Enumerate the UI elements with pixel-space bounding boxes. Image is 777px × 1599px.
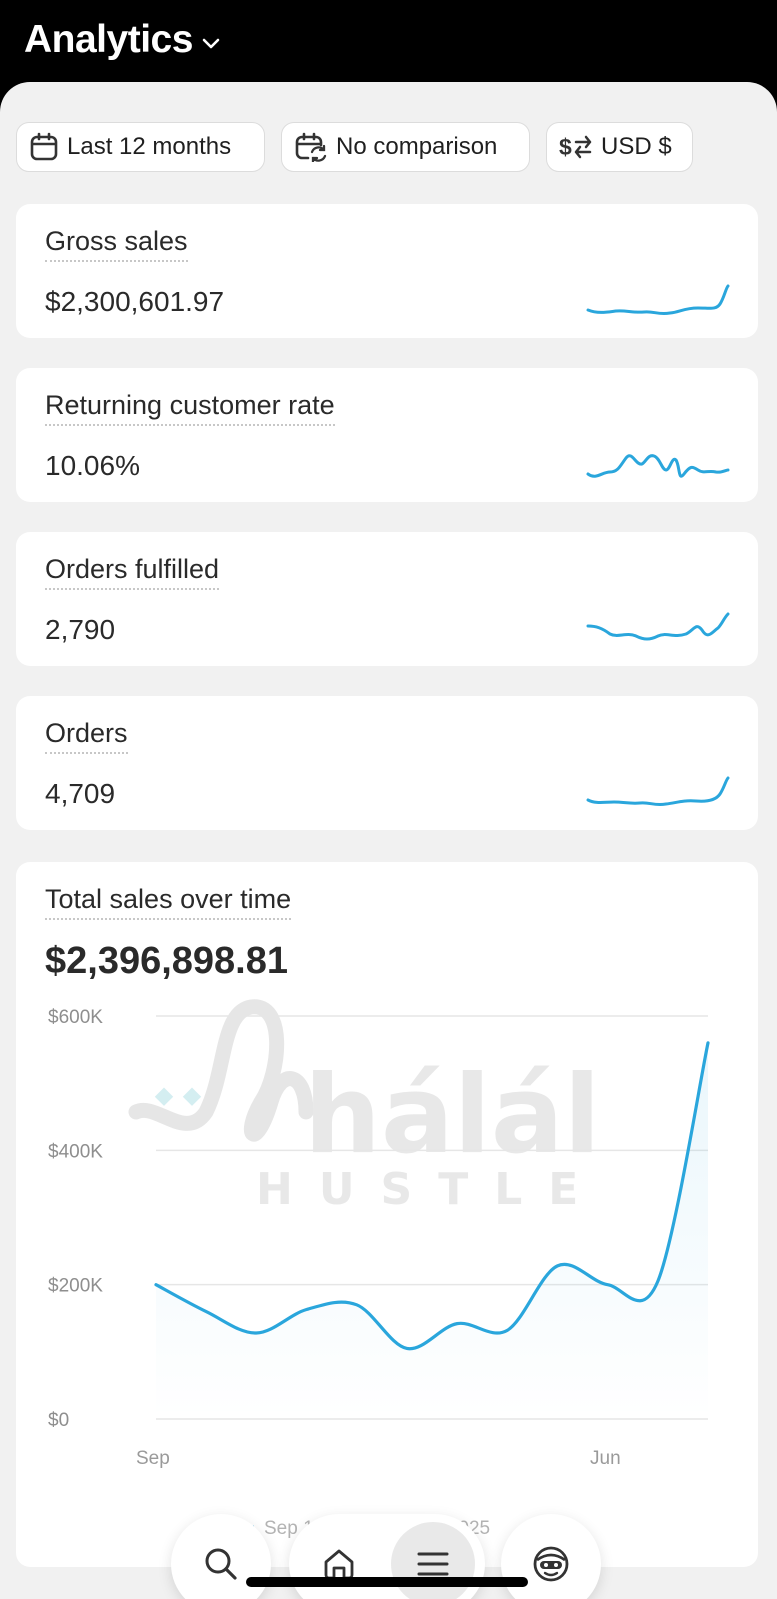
menu-button[interactable] — [391, 1522, 475, 1599]
total-sales-card: Total sales over time $2,396,898.81 hálá… — [16, 862, 758, 1567]
orders-fulfilled-card[interactable]: Orders fulfilled 2,790 — [16, 532, 758, 666]
y-axis-ticks: $600K $400K $200K $0 — [48, 1007, 103, 1431]
sparkline — [586, 612, 730, 641]
metric-label[interactable]: Orders — [45, 718, 128, 754]
calendar-icon — [30, 132, 58, 161]
watermark-logo-text: hálál — [304, 1053, 601, 1178]
currency-exchange-icon: $ — [559, 134, 592, 160]
avatar-icon — [533, 1546, 569, 1582]
x-tick-label: Sep — [136, 1448, 170, 1469]
watermark-logo-subtext: HUSTLE — [256, 1164, 604, 1215]
sales-line-chart: hálál HUSTLE $600K$400K$200K$0 Sep Jun S… — [48, 999, 710, 1539]
y-tick-label: $0 — [48, 1410, 69, 1431]
currency-label: USD $ — [601, 133, 672, 160]
metric-value: 4,709 — [45, 778, 116, 809]
orders-card[interactable]: Orders 4,709 — [16, 696, 758, 830]
metric-label[interactable]: Returning customer rate — [45, 390, 335, 426]
metric-value: 2,790 — [45, 614, 116, 645]
menu-icon — [417, 1552, 449, 1576]
page-title: Analytics — [24, 18, 193, 61]
analytics-sheet: Last 12 months No comparison $ USD $ Gro… — [0, 82, 777, 1599]
watermark: hálál HUSTLE — [128, 999, 604, 1215]
x-tick-label: Jun — [590, 1448, 621, 1469]
comparison-label: No comparison — [336, 133, 498, 160]
filter-bar: Last 12 months No comparison $ USD $ — [16, 122, 693, 172]
home-indicator — [246, 1577, 528, 1587]
sparkline — [586, 776, 730, 807]
svg-text:$: $ — [559, 134, 572, 160]
top-bar: Analytics — [0, 0, 777, 86]
search-icon — [205, 1548, 237, 1580]
comparison-button[interactable]: No comparison — [281, 122, 530, 172]
metric-label[interactable]: Orders fulfilled — [45, 554, 220, 590]
chevron-down-icon — [202, 38, 220, 49]
analytics-title-dropdown[interactable]: Analytics — [24, 18, 221, 62]
metric-value: $2,300,601.97 — [45, 286, 225, 317]
y-tick-label: $400K — [48, 1141, 103, 1162]
y-tick-label: $200K — [48, 1276, 103, 1297]
sparkline — [586, 284, 730, 316]
date-range-label: Last 12 months — [67, 133, 232, 160]
returning-customer-rate-card[interactable]: Returning customer rate 10.06% — [16, 368, 758, 502]
currency-button[interactable]: $ USD $ — [546, 122, 693, 172]
y-tick-label: $600K — [48, 1007, 103, 1028]
sparkline — [586, 454, 730, 478]
date-range-button[interactable]: Last 12 months — [16, 122, 265, 172]
gross-sales-card[interactable]: Gross sales $2,300,601.97 — [16, 204, 758, 338]
calendar-compare-icon — [295, 132, 327, 162]
metric-value: 10.06% — [45, 450, 140, 481]
metric-label[interactable]: Gross sales — [45, 226, 188, 262]
